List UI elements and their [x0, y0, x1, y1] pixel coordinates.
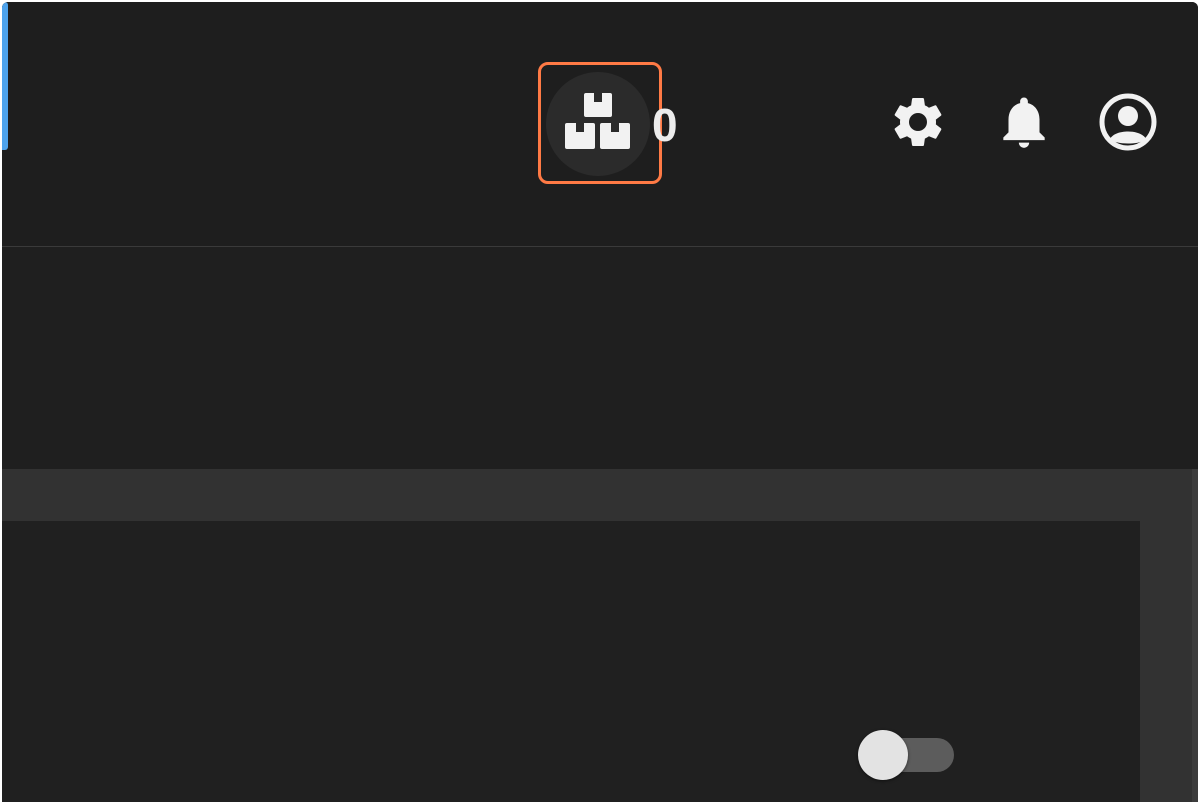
packages-button[interactable]	[546, 72, 650, 176]
scrollbar[interactable]	[1192, 469, 1198, 802]
packages-count: 0	[652, 99, 678, 151]
packages-icon	[565, 92, 631, 156]
notifications-button[interactable]	[992, 92, 1056, 156]
account-button[interactable]	[1096, 92, 1160, 156]
panel-body	[2, 521, 1140, 802]
toggle-thumb	[858, 730, 908, 780]
main-content	[2, 247, 1198, 802]
bell-icon	[993, 89, 1055, 160]
accent-edge	[2, 2, 8, 150]
top-bar: 0	[2, 2, 1198, 247]
content-panel	[2, 469, 1198, 802]
app-window: 0	[2, 2, 1198, 802]
gear-icon	[888, 92, 948, 157]
settings-button[interactable]	[886, 92, 950, 156]
setting-toggle[interactable]	[858, 730, 954, 780]
account-circle-icon	[1099, 93, 1157, 156]
